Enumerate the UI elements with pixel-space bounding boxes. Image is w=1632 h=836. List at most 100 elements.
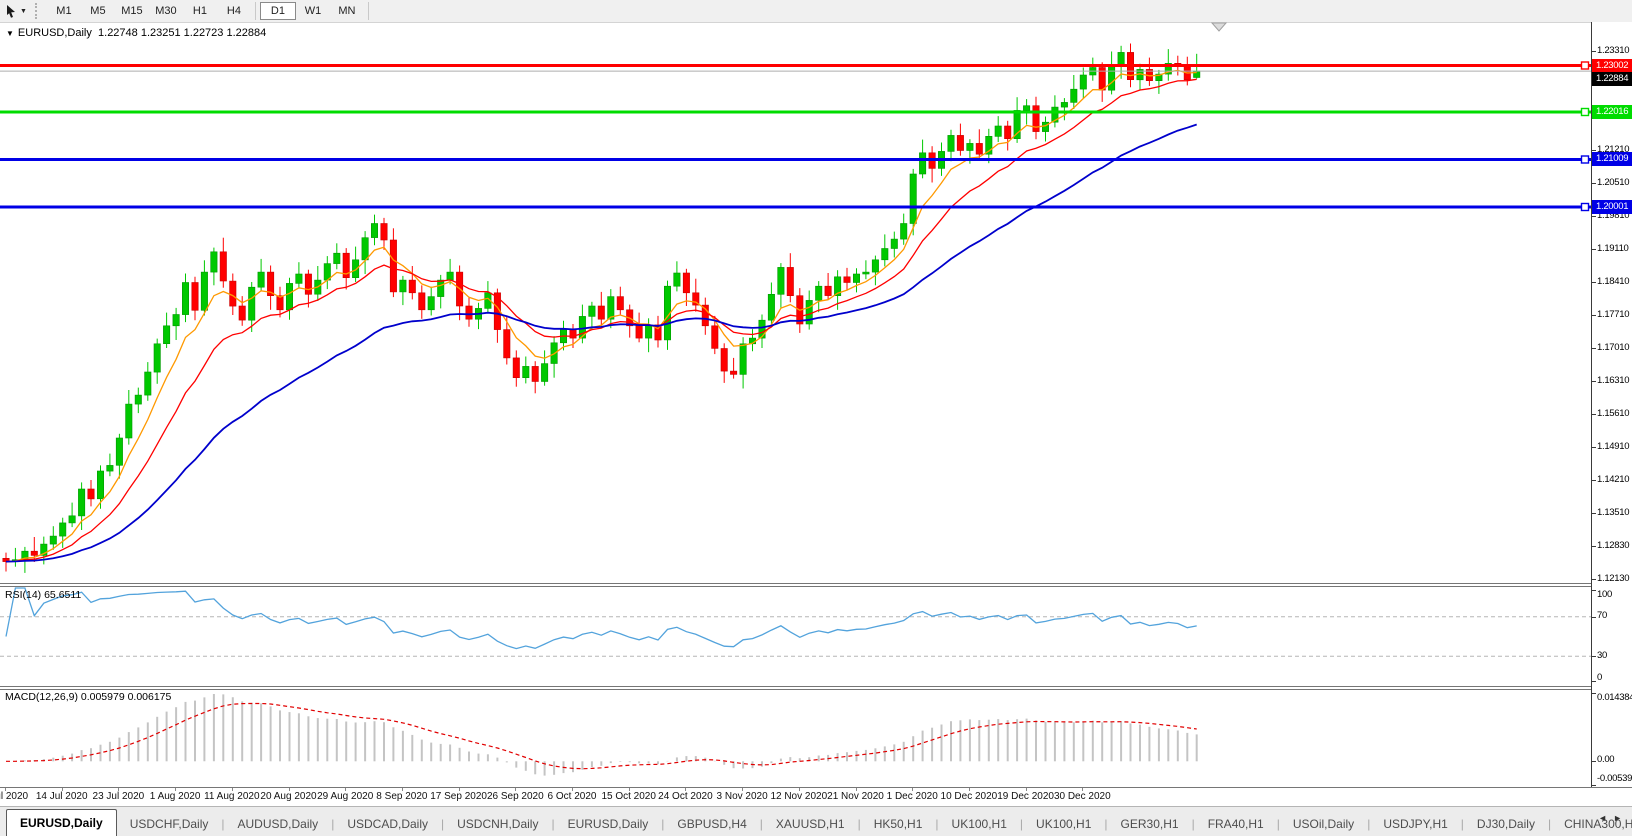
- price-axis-label: 1.18410: [1597, 276, 1629, 287]
- macd-axis-label: -0.00539: [1597, 773, 1632, 784]
- macd-tick: [1592, 693, 1596, 694]
- chart-tab-audusd-daily[interactable]: AUDUSD,Daily: [225, 813, 332, 836]
- tf-button-h4[interactable]: H4: [217, 2, 251, 20]
- chart-tab-dj30-daily[interactable]: DJ30,Daily: [1464, 813, 1548, 836]
- price-tick: [1592, 51, 1596, 52]
- hline-price-tag[interactable]: 1.21009: [1592, 152, 1632, 166]
- date-label: 26 Sep 2020: [487, 791, 544, 802]
- date-label: 23 Jul 2020: [93, 791, 145, 802]
- chart-shift-marker-icon[interactable]: [1212, 23, 1226, 31]
- price-tick: [1592, 546, 1596, 547]
- hline-handle-1.22016[interactable]: [1582, 109, 1589, 116]
- chart-tab-usdchf-daily[interactable]: USDCHF,Daily: [117, 813, 222, 836]
- chart-tab-fra40-h1[interactable]: FRA40,H1: [1195, 813, 1277, 836]
- cursor-tool-icon[interactable]: [4, 4, 18, 19]
- rsi-axis-label: 0: [1597, 672, 1602, 683]
- price-axis-label: 1.16310: [1597, 375, 1629, 386]
- date-label: 21 Nov 2020: [827, 791, 884, 802]
- tabs-scroll-left-icon[interactable]: ◄: [1598, 813, 1613, 823]
- macd-tick: [1592, 761, 1596, 762]
- date-label: 12 Nov 2020: [770, 791, 827, 802]
- date-label: 1 Dec 2020: [887, 791, 938, 802]
- chart-tab-gbpusd-h4[interactable]: GBPUSD,H4: [664, 813, 759, 836]
- hline-handle-1.23002[interactable]: [1582, 62, 1589, 69]
- cursor-dropdown-caret-icon[interactable]: ▼: [20, 8, 27, 15]
- price-tick: [1592, 447, 1596, 448]
- date-label: 10 Dec 2020: [941, 791, 998, 802]
- price-tick: [1592, 315, 1596, 316]
- main-chart-pane[interactable]: [0, 22, 1591, 583]
- price-tick: [1592, 513, 1596, 514]
- price-tick: [1592, 480, 1596, 481]
- date-label: 20 Aug 2020: [260, 791, 316, 802]
- chart-tab-ger30-h1[interactable]: GER30,H1: [1108, 813, 1192, 836]
- date-label: 19 Dec 2020: [997, 791, 1054, 802]
- tabs-scroll-right-icon[interactable]: ►: [1613, 813, 1628, 823]
- rsi-tick: [1592, 681, 1596, 682]
- tf-button-mn[interactable]: MN: [330, 2, 364, 20]
- price-tick: [1592, 381, 1596, 382]
- rsi-line: [6, 588, 1197, 649]
- toolbar-separator: [255, 2, 256, 20]
- price-axis-label: 1.19110: [1597, 243, 1629, 254]
- rsi-tick: [1592, 590, 1596, 591]
- chart-tab-usdjpy-h1[interactable]: USDJPY,H1: [1370, 813, 1460, 836]
- chart-tab-xauusd-h1[interactable]: XAUUSD,H1: [763, 813, 858, 836]
- date-label: 30 Dec 2020: [1054, 791, 1111, 802]
- macd-pane[interactable]: [0, 690, 1591, 787]
- hline-price-tag[interactable]: 1.22016: [1592, 105, 1632, 119]
- rsi-pane[interactable]: [0, 587, 1591, 686]
- chart-tab-usoil-daily[interactable]: USOil,Daily: [1280, 813, 1367, 836]
- chart-tab-usdcad-daily[interactable]: USDCAD,Daily: [334, 813, 441, 836]
- tf-button-m15[interactable]: M15: [115, 2, 149, 20]
- macd-tick: [1592, 785, 1596, 786]
- tf-button-w1[interactable]: W1: [296, 2, 330, 20]
- toolbar: ▼ M1M5M15M30H1H4 D1W1MN: [0, 0, 1632, 23]
- toolbar-separator: [368, 2, 369, 20]
- price-tick: [1592, 414, 1596, 415]
- price-axis[interactable]: 1.233101.226101.219101.212101.205101.198…: [1591, 22, 1632, 787]
- hline-price-tag[interactable]: 1.23002: [1592, 59, 1632, 73]
- tf-button-m1[interactable]: M1: [47, 2, 81, 20]
- price-tick: [1592, 183, 1596, 184]
- toolbar-grip: [35, 3, 41, 19]
- date-label: 6 Oct 2020: [548, 791, 597, 802]
- current-price-tag: 1.22884: [1592, 72, 1632, 86]
- date-label: 11 Aug 2020: [204, 791, 259, 802]
- date-label: 4 Jul 2020: [0, 791, 28, 802]
- rsi-label: RSI(14) 65.6511: [5, 589, 81, 601]
- rsi-axis-label: 100: [1597, 589, 1612, 600]
- tf-button-m5[interactable]: M5: [81, 2, 115, 20]
- macd-label: MACD(12,26,9) 0.005979 0.006175: [5, 691, 171, 703]
- rsi-axis-label: 30: [1597, 650, 1607, 661]
- hline-price-tag[interactable]: 1.20001: [1592, 200, 1632, 214]
- chart-tab-eurusd-daily[interactable]: EURUSD,Daily: [555, 813, 662, 836]
- chart-tab-uk100-h1[interactable]: UK100,H1: [1023, 813, 1104, 836]
- date-label: 24 Oct 2020: [658, 791, 712, 802]
- chart-tab-usdcnh-daily[interactable]: USDCNH,Daily: [444, 813, 551, 836]
- hline-handle-1.20001[interactable]: [1582, 204, 1589, 211]
- chart-tab-bar: EURUSD,DailyUSDCHF,Daily|AUDUSD,Daily|US…: [0, 806, 1632, 836]
- chart-tab-eurusd-daily[interactable]: EURUSD,Daily: [6, 809, 117, 836]
- tf-button-m30[interactable]: M30: [149, 2, 183, 20]
- date-label: 8 Sep 2020: [376, 791, 427, 802]
- time-axis[interactable]: 4 Jul 202014 Jul 202023 Jul 20201 Aug 20…: [0, 788, 1632, 806]
- chart-tab-hk50-h1[interactable]: HK50,H1: [861, 813, 936, 836]
- chart-tab-uk100-h1[interactable]: UK100,H1: [939, 813, 1020, 836]
- price-tick: [1592, 216, 1596, 217]
- price-axis-label: 1.14910: [1597, 441, 1629, 452]
- tf-button-d1[interactable]: D1: [260, 2, 296, 20]
- date-label: 15 Oct 2020: [601, 791, 655, 802]
- date-label: 14 Jul 2020: [36, 791, 88, 802]
- price-axis-label: 1.15610: [1597, 408, 1629, 419]
- rsi-tick: [1592, 617, 1596, 618]
- date-label: 29 Aug 2020: [317, 791, 373, 802]
- tf-button-h1[interactable]: H1: [183, 2, 217, 20]
- price-axis-label: 1.14210: [1597, 474, 1629, 485]
- price-tick: [1592, 348, 1596, 349]
- macd-axis-label: 0.014384: [1597, 692, 1632, 703]
- price-axis-label: 1.12130: [1597, 573, 1629, 584]
- hline-handle-1.21009[interactable]: [1582, 156, 1589, 163]
- timeframe-buttons: M1M5M15M30H1H4 D1W1MN: [47, 2, 373, 20]
- price-axis-label: 1.17710: [1597, 309, 1629, 320]
